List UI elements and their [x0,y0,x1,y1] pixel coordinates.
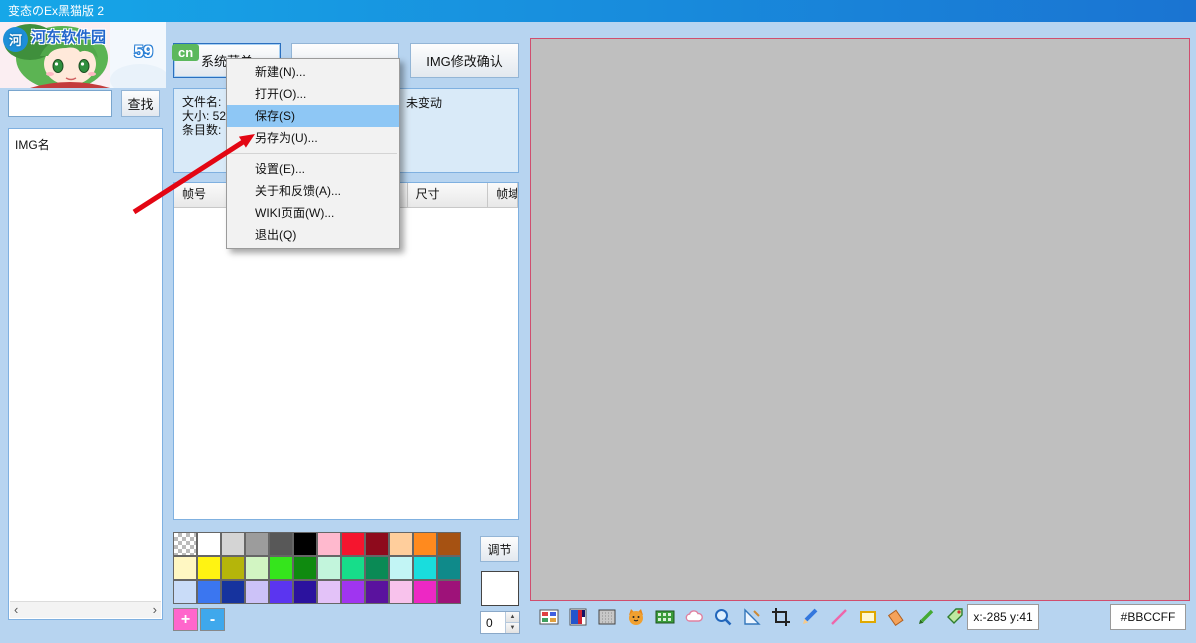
system-menu: 新建(N)...打开(O)...保存(S)另存为(U)... 设置(E)...关于… [226,58,400,249]
search-input[interactable] [8,90,112,117]
pen-icon[interactable] [914,605,938,629]
palette-swatch[interactable] [413,556,437,580]
watermark-logo-icon: 河 [3,27,28,52]
film-icon[interactable] [653,605,677,629]
table-header-cell: 尺寸 [408,183,489,207]
palette-swatch[interactable] [317,532,341,556]
menu-item[interactable]: 保存(S) [227,105,399,127]
palette-swatch[interactable] [389,556,413,580]
watermark-site-name: 河东软件园 [31,26,106,47]
menu-item[interactable]: 关于和反馈(A)... [227,180,399,202]
palette-icon[interactable] [566,605,590,629]
cat-icon[interactable] [624,605,648,629]
palette-swatch[interactable] [197,532,221,556]
palette-swatch[interactable] [293,556,317,580]
menu-item[interactable]: 打开(O)... [227,83,399,105]
palette-add-button[interactable]: + [173,608,198,631]
img-name-listbox[interactable]: IMG名 ‹ › [8,128,163,620]
palette-swatch[interactable] [197,556,221,580]
palette-swatch[interactable] [245,556,269,580]
watermark-url-fragment: 59 [134,42,153,62]
rectangle-icon[interactable] [856,605,880,629]
palette-swatch[interactable] [341,532,365,556]
palette-remove-button[interactable]: - [200,608,225,631]
eraser-icon[interactable] [885,605,909,629]
palette-swatch[interactable] [413,532,437,556]
palette-swatch[interactable] [269,532,293,556]
menu-item[interactable]: 另存为(U)... [227,127,399,149]
palette-swatch[interactable] [413,580,437,604]
img-confirm-button[interactable]: IMG修改确认 [410,43,519,78]
palette-swatch[interactable] [437,532,461,556]
spinner-down-icon[interactable]: ▼ [506,623,519,633]
color-hex-value: #BBCCFF [1110,604,1186,630]
cursor-coordinates: x:-285 y:41 [967,604,1039,630]
scroll-right-icon[interactable]: › [149,603,161,617]
palette-swatch[interactable] [221,580,245,604]
palette-swatch[interactable] [245,532,269,556]
palette-swatch[interactable] [437,556,461,580]
palette-swatch[interactable] [365,532,389,556]
color-palette [173,532,461,604]
adjust-button[interactable]: 调节 [480,536,519,562]
line-icon[interactable] [827,605,851,629]
palette-swatch[interactable] [437,580,461,604]
ruler-icon[interactable] [740,605,764,629]
palette-swatch[interactable] [293,532,317,556]
watermark-cn-badge: cn [172,44,199,61]
palette-swatch[interactable] [269,556,293,580]
current-color-preview [481,571,519,606]
pencil-icon[interactable] [798,605,822,629]
palette-swatch[interactable] [365,580,389,604]
tag-icon[interactable] [943,605,967,629]
menu-separator [229,153,397,154]
palette-swatch[interactable] [221,556,245,580]
window-title: 变态のEx黑猫版 2 [8,4,104,18]
spinner-up-icon[interactable]: ▲ [506,612,519,623]
menu-item[interactable]: WIKI页面(W)... [227,202,399,224]
palette-swatch[interactable] [221,532,245,556]
palette-swatch[interactable] [197,580,221,604]
palette-swatch[interactable] [269,580,293,604]
horizontal-scrollbar[interactable]: ‹ › [10,601,161,618]
palette-swatch[interactable] [173,556,197,580]
value-spinner[interactable]: 0 ▲ ▼ [480,611,520,634]
status-text: 未变动 [406,96,442,110]
crop-icon[interactable] [769,605,793,629]
pattern-icon[interactable] [595,605,619,629]
palette-swatch[interactable] [389,580,413,604]
title-bar: 变态のEx黑猫版 2 [0,0,1196,22]
palette-swatch[interactable] [365,556,389,580]
menu-item[interactable]: 退出(Q) [227,224,399,246]
palette-swatch[interactable] [317,556,341,580]
palette-swatch[interactable] [293,580,317,604]
palette-swatch[interactable] [317,580,341,604]
spinner-value: 0 [486,616,493,630]
zoom-icon[interactable] [711,605,735,629]
table-header-cell: 帧域 [488,183,518,207]
palette-swatch[interactable] [341,580,365,604]
palette-swatch[interactable] [245,580,269,604]
palette-swatch[interactable] [341,556,365,580]
palette-swatch-transparent[interactable] [173,532,197,556]
tool-bar [537,605,967,629]
menu-item[interactable]: 新建(N)... [227,61,399,83]
cloud-icon[interactable] [682,605,706,629]
find-button[interactable]: 查找 [121,90,160,117]
canvas[interactable] [530,38,1190,601]
palette-swatch[interactable] [173,580,197,604]
img-list-title: IMG名 [9,129,162,160]
palette-swatch[interactable] [389,532,413,556]
menu-item[interactable]: 设置(E)... [227,158,399,180]
scroll-left-icon[interactable]: ‹ [10,603,22,617]
frames-icon[interactable] [537,605,561,629]
